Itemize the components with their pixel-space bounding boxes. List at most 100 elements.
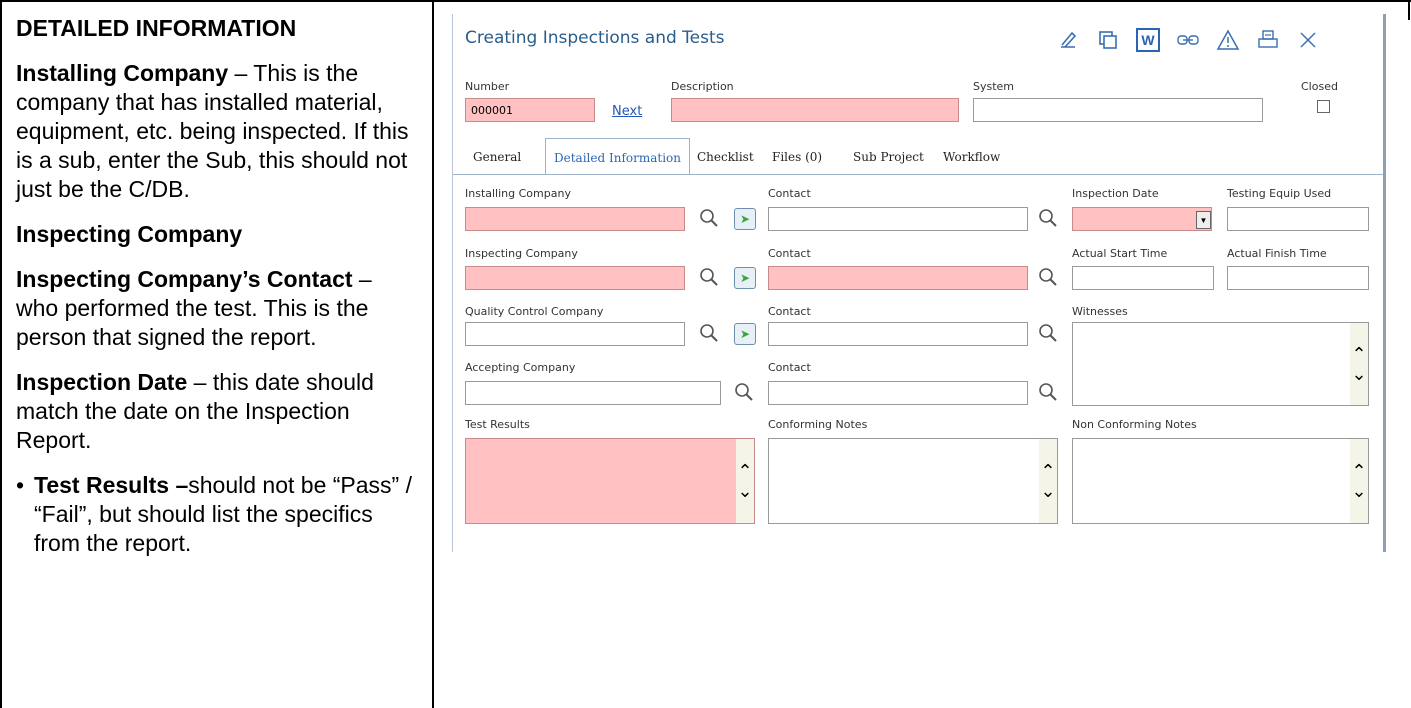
term-inspecting-contact: Inspecting Company’s Contact (16, 266, 353, 292)
inspecting-company-go-icon[interactable]: ➤ (734, 267, 756, 289)
warning-icon[interactable] (1213, 22, 1243, 58)
tab-files[interactable]: Files (0) (772, 138, 822, 174)
term-test-results: Test Results – (34, 472, 189, 498)
installing-company-go-icon[interactable]: ➤ (734, 208, 756, 230)
number-field[interactable]: 000001 (465, 98, 595, 122)
actual-finish-label: Actual Finish Time (1227, 247, 1327, 260)
tab-underline (453, 174, 1383, 175)
tab-checklist[interactable]: Checklist (697, 138, 754, 174)
testing-equip-label: Testing Equip Used (1227, 187, 1332, 200)
scroll-down-icon[interactable]: ⌄ (1351, 481, 1366, 501)
inspecting-company-paragraph: Inspecting Company (16, 220, 416, 249)
non-conforming-notes-field[interactable] (1072, 438, 1369, 524)
term-inspecting-company: Inspecting Company (16, 221, 243, 247)
closed-checkbox[interactable] (1317, 100, 1330, 113)
accepting-company-field[interactable] (465, 381, 721, 405)
next-link[interactable]: Next (612, 104, 642, 119)
tab-sub-project[interactable]: Sub Project (853, 138, 924, 174)
witnesses-scrollbar[interactable]: ⌃ ⌄ (1350, 323, 1368, 405)
term-inspection-date: Inspection Date (16, 369, 188, 395)
conforming-notes-label: Conforming Notes (768, 418, 868, 431)
installing-company-search-icon[interactable] (698, 207, 720, 229)
accepting-company-label: Accepting Company (465, 361, 576, 374)
installing-contact-field[interactable] (768, 207, 1028, 231)
description-label: Description (671, 80, 734, 93)
inspecting-company-label: Inspecting Company (465, 247, 578, 260)
installing-company-paragraph: Installing Company – This is the company… (16, 59, 416, 204)
closed-label: Closed (1301, 80, 1338, 93)
tab-workflow[interactable]: Workflow (943, 138, 1000, 174)
witnesses-label: Witnesses (1072, 305, 1128, 318)
accepting-company-search-icon[interactable] (733, 381, 755, 403)
term-installing-company: Installing Company (16, 60, 229, 86)
conforming-notes-field[interactable] (768, 438, 1058, 524)
inspecting-contact-field[interactable] (768, 266, 1028, 290)
word-icon[interactable]: W (1133, 22, 1163, 58)
print-icon[interactable] (1253, 22, 1283, 58)
section-heading: DETAILED INFORMATION (16, 15, 297, 41)
app-screenshot: Creating Inspections and Tests W Number … (452, 14, 1386, 694)
test-results-field[interactable] (465, 438, 755, 524)
qc-company-field[interactable] (465, 322, 685, 346)
accepting-contact-field[interactable] (768, 381, 1028, 405)
installing-company-label: Installing Company (465, 187, 571, 200)
installing-company-field[interactable] (465, 207, 685, 231)
edit-icon[interactable] (1053, 22, 1083, 58)
non-conforming-notes-scrollbar[interactable]: ⌃ ⌄ (1350, 439, 1368, 523)
contact-label-4: Contact (768, 361, 811, 374)
system-label: System (973, 80, 1015, 93)
inspecting-contact-search-icon[interactable] (1037, 266, 1059, 288)
scroll-down-icon[interactable]: ⌄ (1040, 481, 1055, 501)
tab-detailed-information[interactable]: Detailed Information (545, 138, 690, 175)
actual-finish-field[interactable] (1227, 266, 1369, 290)
table-border-top (0, 0, 1411, 2)
qc-contact-field[interactable] (768, 322, 1028, 346)
copy-icon[interactable] (1093, 22, 1123, 58)
table-border-left (0, 0, 2, 708)
scroll-up-icon[interactable]: ⌃ (1351, 461, 1366, 481)
conforming-notes-scrollbar[interactable]: ⌃ ⌄ (1039, 439, 1057, 523)
table-divider (432, 0, 434, 708)
number-label: Number (465, 80, 510, 93)
actual-start-field[interactable] (1072, 266, 1214, 290)
bullet-list: • Test Results –should not be “Pass” / “F… (16, 471, 416, 558)
inspecting-company-search-icon[interactable] (698, 266, 720, 288)
word-letter: W (1136, 28, 1160, 52)
scroll-up-icon[interactable]: ⌃ (1040, 461, 1055, 481)
installing-contact-search-icon[interactable] (1037, 207, 1059, 229)
inspection-date-paragraph: Inspection Date – this date should match… (16, 368, 416, 455)
scroll-down-icon[interactable]: ⌄ (1351, 364, 1366, 384)
non-conforming-notes-label: Non Conforming Notes (1072, 418, 1197, 431)
scroll-up-icon[interactable]: ⌃ (1351, 344, 1366, 364)
testing-equip-field[interactable] (1227, 207, 1369, 231)
qc-contact-search-icon[interactable] (1037, 322, 1059, 344)
test-results-label: Test Results (465, 418, 530, 431)
accepting-contact-search-icon[interactable] (1037, 381, 1059, 403)
table-border-right (1408, 0, 1410, 20)
qc-company-label: Quality Control Company (465, 305, 604, 318)
description-field[interactable] (671, 98, 959, 122)
contact-label-2: Contact (768, 247, 811, 260)
scroll-up-icon[interactable]: ⌃ (737, 461, 752, 481)
inspection-date-dropdown-icon[interactable]: ▼ (1196, 211, 1211, 229)
link-icon[interactable] (1173, 22, 1203, 58)
system-field[interactable] (973, 98, 1263, 122)
bullet-icon: • (16, 472, 25, 498)
form-window: Creating Inspections and Tests W Number … (452, 14, 1386, 552)
test-results-scrollbar[interactable]: ⌃ ⌄ (736, 439, 754, 523)
witnesses-field[interactable] (1072, 322, 1369, 406)
qc-company-search-icon[interactable] (698, 322, 720, 344)
instructions-column: DETAILED INFORMATION Installing Company … (16, 14, 416, 558)
window-title: Creating Inspections and Tests (465, 28, 725, 48)
inspection-date-field[interactable] (1072, 207, 1212, 231)
qc-company-go-icon[interactable]: ➤ (734, 323, 756, 345)
tab-general[interactable]: General (473, 138, 521, 174)
contact-label-3: Contact (768, 305, 811, 318)
actual-start-label: Actual Start Time (1072, 247, 1168, 260)
inspecting-company-field[interactable] (465, 266, 685, 290)
close-icon[interactable] (1293, 22, 1323, 58)
list-item: • Test Results –should not be “Pass” / “F… (16, 471, 416, 558)
scroll-down-icon[interactable]: ⌄ (737, 481, 752, 501)
inspecting-contact-paragraph: Inspecting Company’s Contact – who perfo… (16, 265, 416, 352)
inspection-date-label: Inspection Date (1072, 187, 1159, 200)
